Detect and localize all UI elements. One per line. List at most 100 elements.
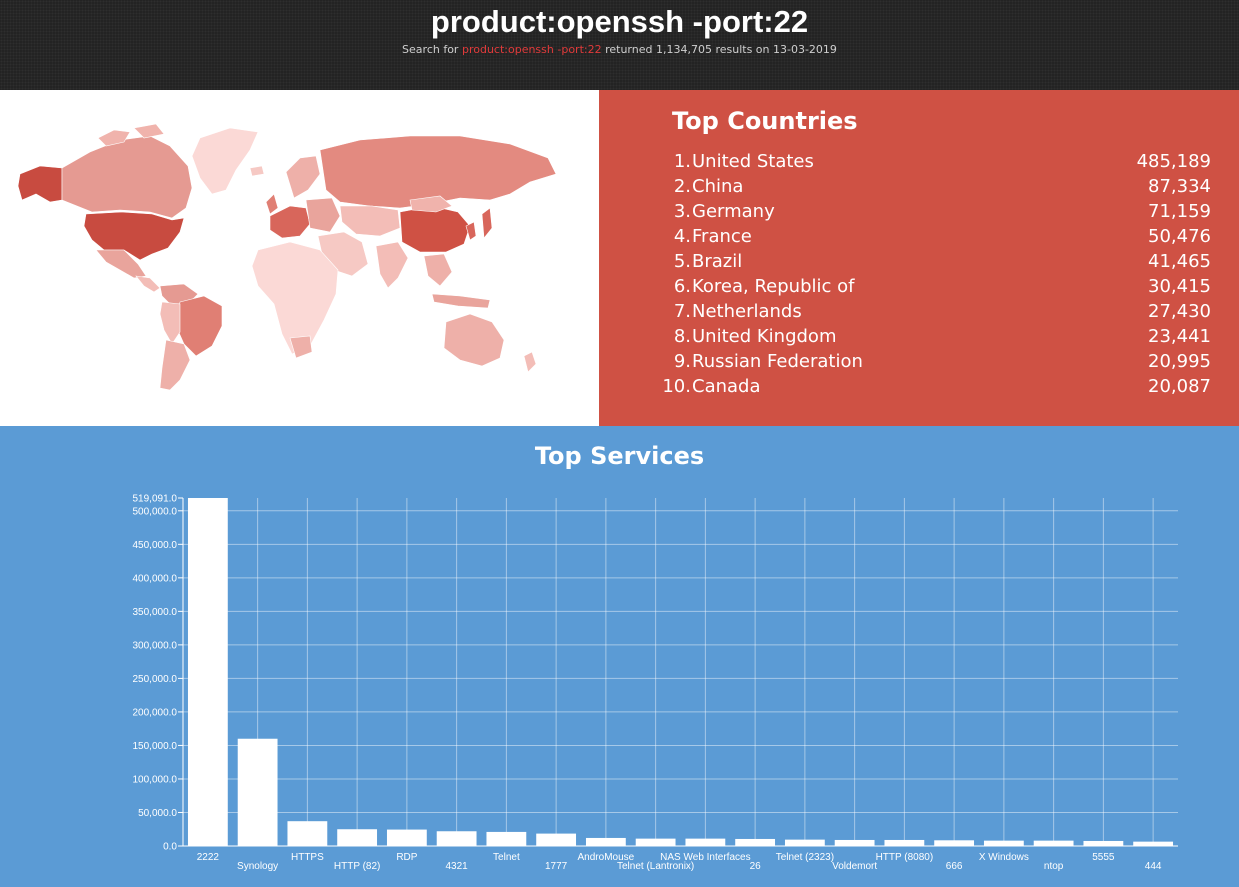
country-count: 71,159 bbox=[1148, 201, 1211, 222]
map-indonesia bbox=[431, 293, 491, 309]
country-rank: 8. bbox=[673, 326, 691, 347]
country-row[interactable]: 2. China 87,334 bbox=[654, 176, 1211, 201]
map-argentina-chile bbox=[159, 339, 191, 391]
x-tick-label: Telnet bbox=[493, 852, 520, 863]
page-title: product:openssh -port:22 bbox=[430, 4, 809, 39]
y-tick-label: 450,000.0 bbox=[133, 540, 178, 551]
y-tick-label: 350,000.0 bbox=[133, 607, 178, 618]
x-tick-label: 4321 bbox=[446, 861, 469, 872]
summary-prefix: Search for bbox=[402, 43, 462, 56]
map-korea-japan bbox=[465, 207, 493, 241]
country-row[interactable]: 6. Korea, Republic of 30,415 bbox=[654, 276, 1211, 301]
country-row[interactable]: 8. United Kingdom 23,441 bbox=[654, 326, 1211, 351]
country-row[interactable]: 4. France 50,476 bbox=[654, 226, 1211, 251]
country-rank: 10. bbox=[662, 376, 691, 397]
country-name: United States bbox=[692, 151, 814, 172]
country-name: Canada bbox=[692, 376, 761, 397]
country-name: China bbox=[692, 176, 744, 197]
country-rank: 4. bbox=[673, 226, 691, 247]
country-name: Korea, Republic of bbox=[692, 276, 855, 297]
country-count: 20,995 bbox=[1148, 351, 1211, 372]
country-name: Russian Federation bbox=[692, 351, 863, 372]
bar bbox=[685, 838, 726, 846]
map-new-zealand bbox=[523, 351, 537, 373]
bar bbox=[386, 829, 427, 846]
country-count: 23,441 bbox=[1148, 326, 1211, 347]
world-map[interactable] bbox=[0, 90, 599, 426]
country-name: France bbox=[692, 226, 752, 247]
country-count: 50,476 bbox=[1148, 226, 1211, 247]
summary-suffix: returned 1,134,705 results on 13-03-2019 bbox=[601, 43, 837, 56]
map-china bbox=[399, 205, 471, 253]
bar bbox=[287, 821, 328, 846]
x-tick-label: 444 bbox=[1145, 861, 1162, 872]
x-tick-label: HTTPS bbox=[291, 852, 324, 863]
x-tick-label: 26 bbox=[750, 861, 762, 872]
x-tick-label: X Windows bbox=[979, 852, 1029, 863]
x-tick-label: 5555 bbox=[1092, 852, 1115, 863]
services-bar-chart: 0.0 50,000.0 100,000.0 150,000.0 200,000.0 25… bbox=[133, 494, 1178, 872]
bar bbox=[237, 738, 278, 846]
bar bbox=[187, 498, 228, 846]
map-australia bbox=[443, 313, 505, 367]
country-row[interactable]: 1. United States 485,189 bbox=[654, 151, 1211, 176]
top-countries-title: Top Countries bbox=[672, 107, 858, 135]
y-tick-label: 50,000.0 bbox=[138, 808, 177, 819]
map-peru-bolivia bbox=[159, 301, 181, 345]
bar bbox=[1133, 841, 1174, 846]
country-row[interactable]: 7. Netherlands 27,430 bbox=[654, 301, 1211, 326]
y-tick-label: 250,000.0 bbox=[133, 674, 178, 685]
country-row[interactable]: 5. Brazil 41,465 bbox=[654, 251, 1211, 276]
y-tick-label: 0.0 bbox=[163, 842, 177, 853]
bar bbox=[1083, 840, 1124, 846]
y-tick-label: 200,000.0 bbox=[133, 707, 178, 718]
bar bbox=[983, 840, 1024, 846]
bar bbox=[337, 829, 378, 846]
x-tick-label: ntop bbox=[1044, 861, 1064, 872]
country-name: Netherlands bbox=[692, 301, 802, 322]
y-tick-label: 500,000.0 bbox=[133, 506, 178, 517]
bar bbox=[486, 831, 527, 846]
x-tick-label: HTTP (82) bbox=[334, 861, 381, 872]
bar bbox=[436, 831, 477, 846]
y-tick-label: 300,000.0 bbox=[133, 640, 178, 651]
bar bbox=[735, 838, 776, 846]
country-rank: 1. bbox=[673, 151, 691, 172]
x-tick-label: Telnet (2323) bbox=[776, 852, 834, 863]
map-greenland bbox=[191, 127, 259, 195]
map-india bbox=[375, 241, 409, 289]
country-rank: 9. bbox=[673, 351, 691, 372]
y-tick-label: 400,000.0 bbox=[133, 573, 178, 584]
country-count: 41,465 bbox=[1148, 251, 1211, 272]
x-tick-label: Synology bbox=[237, 861, 278, 872]
world-map-panel bbox=[0, 90, 599, 426]
country-count: 27,430 bbox=[1148, 301, 1211, 322]
y-tick-label: 150,000.0 bbox=[133, 741, 178, 752]
country-name: Germany bbox=[692, 201, 775, 222]
country-name: Brazil bbox=[692, 251, 743, 272]
y-max-label: 519,091.0 bbox=[133, 494, 178, 505]
x-tick-label: NAS Web Interfaces bbox=[660, 852, 750, 863]
x-tick-label: 2222 bbox=[197, 852, 220, 863]
x-tick-label: Voldemort bbox=[832, 861, 877, 872]
bar bbox=[585, 837, 626, 846]
country-rank: 7. bbox=[673, 301, 691, 322]
bar bbox=[1033, 840, 1074, 846]
x-tick-label: RDP bbox=[396, 852, 417, 863]
map-europe-west bbox=[269, 205, 311, 239]
map-europe-east bbox=[305, 197, 341, 233]
page-header: product:openssh -port:22 Search for prod… bbox=[0, 0, 1239, 90]
search-query-link[interactable]: product:openssh -port:22 bbox=[462, 43, 602, 56]
country-name: United Kingdom bbox=[692, 326, 837, 347]
country-row[interactable]: 10. Canada 20,087 bbox=[654, 376, 1211, 401]
y-tick-label: 100,000.0 bbox=[133, 774, 178, 785]
results-summary: Search for product:openssh -port:22 retu… bbox=[0, 43, 1239, 56]
bar bbox=[784, 839, 825, 846]
map-alaska bbox=[17, 165, 63, 203]
country-row[interactable]: 3. Germany 71,159 bbox=[654, 201, 1211, 226]
country-count: 30,415 bbox=[1148, 276, 1211, 297]
x-tick-label: HTTP (8080) bbox=[876, 852, 934, 863]
x-tick-label: 1777 bbox=[545, 861, 568, 872]
bar bbox=[834, 839, 875, 846]
country-row[interactable]: 9. Russian Federation 20,995 bbox=[654, 351, 1211, 376]
